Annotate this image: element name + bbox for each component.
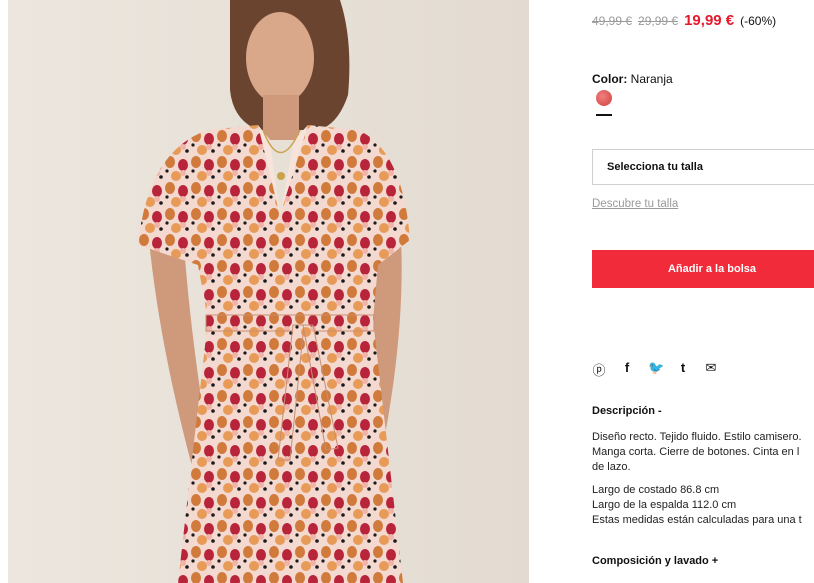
selected-swatch-indicator [596,114,612,116]
price-block: 49,99 € 29,99 € 19,99 € (-60%) [592,12,776,29]
color-label: Color: [592,72,628,86]
color-value: Naranja [630,72,673,86]
product-info-panel: 49,99 € 29,99 € 19,99 € (-60%) Color: Naran… [592,0,814,583]
previous-price: 29,99 € [638,14,679,28]
composition-title[interactable]: Composición y lavado + [592,555,718,567]
color-swatch-naranja[interactable] [596,90,612,106]
pinterest-icon[interactable]: ⓟ [592,360,606,379]
description-title[interactable]: Descripción - [592,405,662,417]
measure-line: Largo de la espalda 112.0 cm [592,499,737,511]
description-line: de lazo. [592,461,631,473]
measure-line: Estas medidas están calculadas para una … [592,514,802,526]
product-image[interactable] [8,0,529,583]
tumblr-icon[interactable]: t [676,360,690,379]
size-select[interactable]: Selecciona tu talla [592,149,814,185]
description-line: Manga corta. Cierre de botones. Cinta en… [592,446,800,458]
twitter-icon[interactable]: 🐦 [648,360,664,379]
facebook-icon[interactable]: f [620,360,634,379]
original-price: 49,99 € [592,14,633,28]
color-label-row: Color: Naranja [592,72,673,86]
model-photo [8,0,529,583]
discount-badge: (-60%) [740,14,777,28]
email-icon[interactable]: ✉ [704,360,718,379]
size-guide-link[interactable]: Descubre tu talla [592,198,678,210]
description-text: Diseño recto. Tejido fluido. Estilo cami… [592,430,814,536]
current-price: 19,99 € [684,12,735,29]
measure-line: Largo de costado 86.8 cm [592,484,720,496]
description-line: Diseño recto. Tejido fluido. Estilo cami… [592,431,802,443]
add-to-bag-button[interactable]: Añadir a la bolsa [592,250,814,288]
share-icons: ⓟ f 🐦 t ✉ [592,360,718,379]
